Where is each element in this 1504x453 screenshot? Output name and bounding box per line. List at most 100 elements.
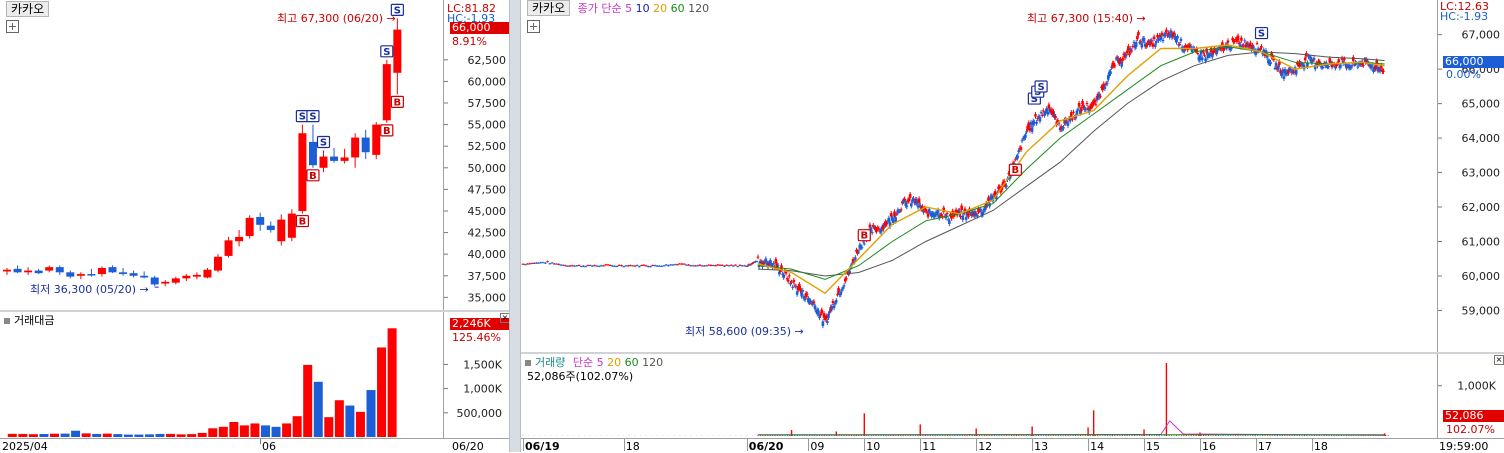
price-tick-body <box>1343 58 1346 60</box>
price-tick-body <box>1382 70 1385 72</box>
price-tick-body <box>1292 71 1296 73</box>
volume-bar <box>313 381 323 437</box>
left-volume-pane: 거래대금 <box>0 312 443 438</box>
right-stock-label[interactable]: 카카오 <box>527 0 571 16</box>
right-volume-pane: 거래량 단순 5 20 60 120 52,086주(102.07%) <box>521 354 1437 438</box>
price-tick-body <box>579 266 583 268</box>
candle-body <box>45 267 54 271</box>
right-volume-close-icon[interactable]: × <box>1494 355 1504 365</box>
price-tick-body <box>660 265 664 267</box>
price-tick-body <box>622 266 626 268</box>
volume-bar <box>28 434 38 437</box>
right-x-tick <box>1088 439 1090 451</box>
price-tick-body <box>1165 29 1168 33</box>
volume-marker-icon <box>4 318 10 324</box>
price-tick-body <box>532 262 536 264</box>
price-tick-body <box>964 217 968 220</box>
candle-body <box>3 269 11 272</box>
volume-bar <box>229 421 239 437</box>
right-x-tick <box>1311 439 1313 451</box>
price-tick-body <box>736 266 740 268</box>
price-tick-body <box>1137 32 1140 35</box>
price-tick-body <box>1080 107 1083 112</box>
candle-body <box>266 225 275 230</box>
volume-bar <box>282 423 292 437</box>
price-tick-body <box>635 265 639 267</box>
price-tick-body <box>687 264 690 266</box>
left-grid-icon[interactable] <box>6 20 19 33</box>
price-tick-body <box>1130 50 1134 52</box>
price-tick-body <box>824 315 828 320</box>
price-tick-body <box>917 198 921 204</box>
signal-marker-label: B <box>383 126 391 137</box>
price-tick-body <box>1062 127 1065 129</box>
price-tick-body <box>1356 66 1360 68</box>
price-tick-body <box>629 265 632 267</box>
vol-ma-5: 5 <box>596 356 604 369</box>
right-x-tick <box>976 439 978 451</box>
price-tick-body <box>1242 45 1245 47</box>
y-tick-label: 65,000 <box>1462 98 1501 111</box>
price-tick-body <box>755 261 759 263</box>
signal-marker-label: S <box>299 112 306 123</box>
left-volume-pct: 125.46% <box>452 331 501 344</box>
price-tick-body <box>909 203 913 207</box>
left-stock-label[interactable]: 카카오 <box>6 1 50 17</box>
candle-body <box>308 141 317 166</box>
candle-body <box>245 217 254 237</box>
price-tick-body <box>1269 61 1272 65</box>
price-tick-body <box>836 294 839 296</box>
price-tick-body <box>1260 46 1263 48</box>
price-tick-body <box>831 300 835 303</box>
left-volume-axis: 1,500K 1,000K 500,000 2,246K 125.46% × <box>443 312 512 438</box>
price-tick-body <box>732 265 735 267</box>
volume-bar <box>102 433 112 437</box>
right-x-tick <box>864 439 866 451</box>
volume-bar <box>60 433 70 437</box>
price-tick-body <box>848 270 852 274</box>
price-tick-body <box>573 265 576 267</box>
right-x-tick <box>746 439 748 451</box>
left-price-pane: SBSBSSBSB 카카오 최고 67,300 (06/20) → 최저 36,… <box>0 0 443 310</box>
right-x-tick-label: 11 <box>922 440 937 453</box>
price-tick-body <box>1094 104 1098 106</box>
volume-bar <box>7 433 17 437</box>
price-tick-body <box>1113 65 1117 67</box>
price-tick-body <box>1077 102 1081 107</box>
ma-period-60: 60 <box>670 2 685 15</box>
price-tick-body <box>960 205 963 211</box>
price-tick-body <box>1131 45 1135 47</box>
price-tick-body <box>830 306 834 310</box>
right-grid-icon[interactable] <box>527 20 540 33</box>
price-tick-body <box>698 264 702 266</box>
price-tick-body <box>1128 52 1131 56</box>
price-tick-body <box>617 264 621 266</box>
price-tick-body <box>1312 58 1316 61</box>
price-tick-body <box>662 265 666 267</box>
price-tick-body <box>788 275 791 277</box>
price-tick-body <box>791 286 794 288</box>
ma-title: 종가 단순 <box>577 2 622 15</box>
price-tick-body <box>716 264 720 266</box>
ma20-line <box>757 44 1385 295</box>
ma-period-120: 120 <box>688 2 710 15</box>
price-tick-body <box>1066 122 1070 126</box>
price-tick-body <box>916 205 920 208</box>
window-splitter[interactable] <box>509 0 521 452</box>
candle-body <box>24 270 33 273</box>
candle-body <box>203 269 212 278</box>
right-volume-last: 52,086 <box>1443 410 1504 422</box>
price-tick-body <box>723 265 726 267</box>
volume-bar <box>92 433 102 437</box>
price-tick-body <box>546 261 549 263</box>
price-tick-body <box>1351 56 1355 62</box>
y-tick-label: 50,000 <box>468 162 507 175</box>
price-tick-body <box>644 265 648 267</box>
price-tick-body <box>727 265 731 267</box>
price-tick-body <box>1321 67 1325 69</box>
candle-body <box>129 273 138 276</box>
volume-bar <box>250 423 260 437</box>
price-tick-body <box>776 265 780 267</box>
right-x-axis: 19:59:00 06/19 18 06/20 09 10 11 12 13 14 15 16 17 1… <box>521 438 1504 453</box>
left-x-label-date: 06/20 <box>452 440 484 453</box>
